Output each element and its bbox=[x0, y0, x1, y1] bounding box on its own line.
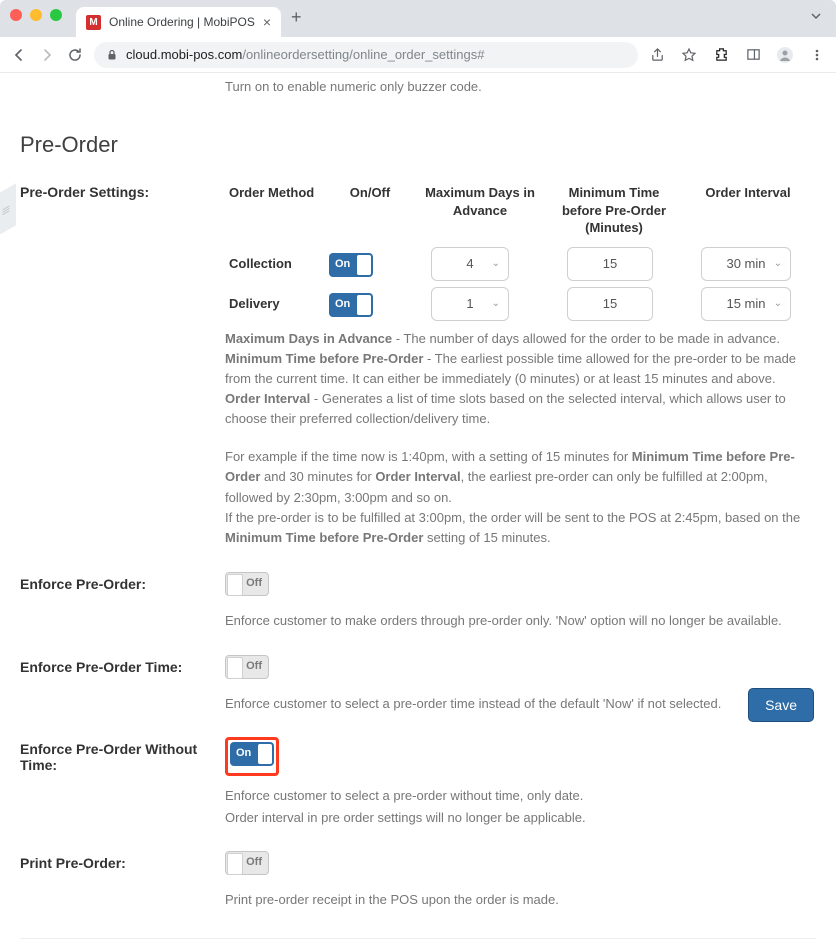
delivery-maxdays-select[interactable]: 1⌄ bbox=[431, 287, 509, 321]
row-delivery-label: Delivery bbox=[229, 287, 325, 321]
bookmark-star-icon[interactable] bbox=[680, 46, 698, 64]
tab-list-dropdown-icon[interactable] bbox=[810, 10, 822, 22]
enforce-preorder-without-time-help1: Enforce customer to select a pre-order w… bbox=[225, 786, 816, 806]
chevron-down-icon: ⌄ bbox=[774, 298, 782, 309]
enforce-preorder-without-time-label: Enforce Pre-Order Without Time: bbox=[20, 737, 225, 773]
collection-toggle[interactable]: On bbox=[329, 253, 373, 277]
url-path: /onlineordersetting/online_order_setting… bbox=[242, 47, 484, 62]
col-order-method-header: Order Method bbox=[229, 184, 325, 237]
section-title: Pre-Order bbox=[20, 132, 816, 158]
side-panel-icon[interactable] bbox=[744, 46, 762, 64]
url-field[interactable]: cloud.mobi-pos.com/onlineordersetting/on… bbox=[94, 42, 638, 68]
enforce-preorder-label: Enforce Pre-Order: bbox=[20, 572, 225, 592]
col-mintime-header: Minimum Time before Pre-Order (Minutes) bbox=[549, 184, 679, 237]
col-maxdays-header: Maximum Days in Advance bbox=[415, 184, 545, 237]
collection-maxdays-select[interactable]: 4⌄ bbox=[431, 247, 509, 281]
save-button[interactable]: Save bbox=[748, 688, 814, 722]
row-collection-label: Collection bbox=[229, 247, 325, 281]
tab-title: Online Ordering | MobiPOS bbox=[109, 15, 255, 29]
print-preorder-label: Print Pre-Order: bbox=[20, 851, 225, 871]
address-toolbar: cloud.mobi-pos.com/onlineordersetting/on… bbox=[0, 37, 836, 73]
section-divider bbox=[20, 938, 816, 939]
example-block: For example if the time now is 1:40pm, w… bbox=[225, 447, 816, 548]
side-drawer-handle[interactable]: ≡ bbox=[0, 183, 16, 237]
enforce-preorder-without-time-help2: Order interval in pre order settings wil… bbox=[225, 808, 816, 828]
share-icon[interactable] bbox=[648, 46, 666, 64]
delivery-mintime-input[interactable]: 15 bbox=[567, 287, 653, 321]
window-tab-bar: M Online Ordering | MobiPOS × + bbox=[0, 0, 836, 37]
buzzer-code-help-text: Turn on to enable numeric only buzzer co… bbox=[225, 79, 816, 94]
forward-button[interactable] bbox=[38, 47, 56, 63]
definitions-block: Maximum Days in Advance - The number of … bbox=[225, 329, 816, 430]
enforce-preorder-time-toggle[interactable]: Off bbox=[225, 655, 269, 679]
chevron-down-icon: ⌄ bbox=[492, 258, 500, 269]
url-domain: cloud.mobi-pos.com bbox=[126, 47, 242, 62]
enforce-preorder-toggle[interactable]: Off bbox=[225, 572, 269, 596]
chevron-down-icon: ⌄ bbox=[774, 258, 782, 269]
enforce-preorder-without-time-highlight: On bbox=[225, 737, 279, 776]
print-preorder-toggle[interactable]: Off bbox=[225, 851, 269, 875]
col-onoff-header: On/Off bbox=[329, 184, 411, 237]
back-button[interactable] bbox=[10, 47, 28, 63]
delivery-toggle[interactable]: On bbox=[329, 293, 373, 317]
tab-close-icon[interactable]: × bbox=[263, 14, 271, 30]
minimize-window-button[interactable] bbox=[30, 9, 42, 21]
enforce-preorder-time-help: Enforce customer to select a pre-order t… bbox=[225, 694, 816, 714]
profile-avatar-icon[interactable] bbox=[776, 46, 794, 64]
print-preorder-help: Print pre-order receipt in the POS upon … bbox=[225, 890, 816, 910]
col-interval-header: Order Interval bbox=[683, 184, 813, 237]
enforce-preorder-time-label: Enforce Pre-Order Time: bbox=[20, 655, 225, 675]
browser-tab[interactable]: M Online Ordering | MobiPOS × bbox=[76, 7, 281, 37]
reload-button[interactable] bbox=[66, 47, 84, 63]
new-tab-button[interactable]: + bbox=[291, 7, 302, 28]
maximize-window-button[interactable] bbox=[50, 9, 62, 21]
enforce-preorder-help: Enforce customer to make orders through … bbox=[225, 611, 816, 631]
collection-interval-select[interactable]: 30 min⌄ bbox=[701, 247, 791, 281]
extensions-icon[interactable] bbox=[712, 46, 730, 64]
chevron-down-icon: ⌄ bbox=[492, 298, 500, 309]
preorder-settings-label: Pre-Order Settings: bbox=[20, 184, 225, 237]
tab-favicon: M bbox=[86, 15, 101, 30]
traffic-lights bbox=[10, 9, 62, 21]
browser-menu-icon[interactable] bbox=[808, 46, 826, 64]
close-window-button[interactable] bbox=[10, 9, 22, 21]
delivery-interval-select[interactable]: 15 min⌄ bbox=[701, 287, 791, 321]
lock-icon bbox=[106, 49, 118, 61]
collection-mintime-input[interactable]: 15 bbox=[567, 247, 653, 281]
enforce-preorder-without-time-toggle[interactable]: On bbox=[230, 742, 274, 766]
